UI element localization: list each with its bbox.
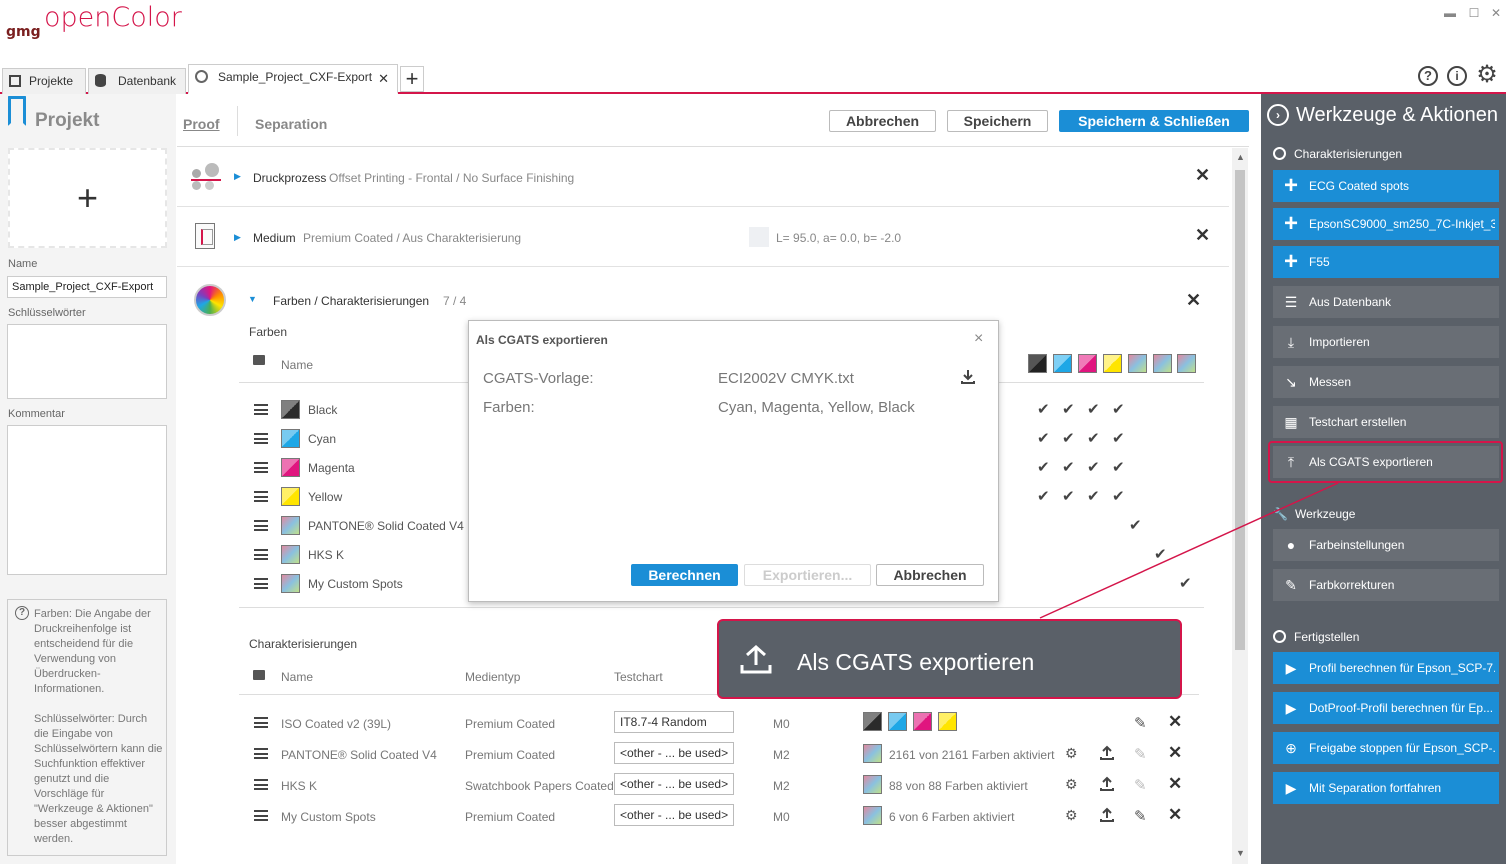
colors-value: Cyan, Magenta, Yellow, Black <box>718 399 915 416</box>
globe-icon <box>195 70 208 83</box>
colors-label: Farben: <box>483 399 535 416</box>
template-label: CGATS-Vorlage: <box>483 370 594 387</box>
dialog-cancel-button[interactable]: Abbrechen <box>876 564 984 586</box>
tab-sample-project[interactable]: Sample_Project_CXF-Export ✕ <box>188 64 398 94</box>
dialog-title: Als CGATS exportieren <box>476 333 608 347</box>
dialog-close-icon[interactable]: × <box>974 330 983 348</box>
calculate-button[interactable]: Berechnen <box>631 564 738 586</box>
upload-icon <box>739 644 773 675</box>
callout-tooltip: Als CGATS exportieren <box>717 619 1182 699</box>
download-icon[interactable] <box>960 369 976 385</box>
callout-label: Als CGATS exportieren <box>797 649 1035 675</box>
cgats-export-dialog: Als CGATS exportieren × CGATS-Vorlage: E… <box>468 320 999 602</box>
export-button[interactable]: Exportieren... <box>744 564 871 586</box>
template-value: ECI2002V CMYK.txt <box>718 370 854 387</box>
tab-label: Sample_Project_CXF-Export <box>218 70 373 84</box>
close-tab-icon[interactable]: ✕ <box>378 67 389 91</box>
